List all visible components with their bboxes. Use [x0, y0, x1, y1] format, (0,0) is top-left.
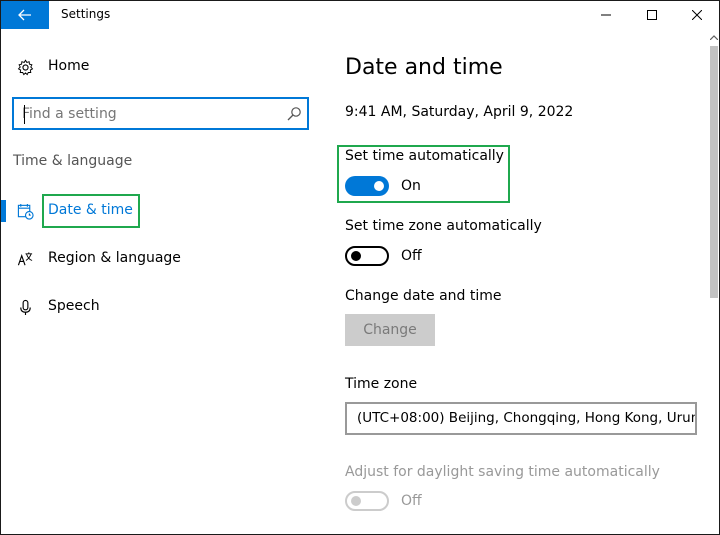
sidebar-item-speech[interactable]: Speech	[1, 287, 321, 327]
sidebar-item-home[interactable]: Home	[1, 49, 321, 85]
scroll-thumb[interactable]	[710, 46, 718, 298]
microphone-icon	[15, 297, 35, 317]
maximize-icon	[647, 10, 657, 20]
set-timezone-auto-state: Off	[401, 248, 422, 264]
language-icon	[15, 249, 35, 269]
gear-icon	[15, 57, 35, 77]
text-caret	[24, 105, 25, 124]
set-time-auto-label: Set time automatically	[345, 148, 504, 164]
back-arrow-icon	[18, 9, 31, 21]
minimize-icon	[601, 14, 611, 16]
toggle-knob	[351, 496, 361, 506]
toggle-knob	[351, 251, 361, 261]
daylight-saving-toggle[interactable]	[345, 491, 389, 511]
current-time: 9:41 AM, Saturday, April 9, 2022	[345, 104, 574, 120]
search-icon[interactable]	[286, 106, 302, 122]
set-timezone-auto-toggle[interactable]	[345, 246, 389, 266]
settings-window: Settings Home Time & language	[0, 0, 720, 535]
time-zone-value: (UTC+08:00) Beijing, Chongqing, Hong Kon…	[357, 410, 697, 426]
close-icon	[692, 10, 702, 20]
minimize-button[interactable]	[583, 1, 629, 29]
scrollbar[interactable]	[709, 29, 719, 534]
set-timezone-auto-label: Set time zone automatically	[345, 218, 542, 234]
set-time-auto-toggle[interactable]	[345, 176, 389, 196]
calendar-clock-icon	[15, 201, 35, 221]
sidebar-item-region-language[interactable]: Region & language	[1, 239, 321, 279]
scroll-up-icon[interactable]	[709, 33, 719, 41]
title-bar: Settings	[1, 1, 719, 29]
search-box[interactable]	[12, 97, 309, 130]
section-title: Time & language	[13, 153, 133, 169]
maximize-button[interactable]	[629, 1, 675, 29]
back-button[interactable]	[1, 1, 49, 29]
toggle-knob	[374, 181, 384, 191]
time-zone-label: Time zone	[345, 376, 418, 392]
daylight-saving-label: Adjust for daylight saving time automati…	[345, 464, 660, 480]
sidebar-item-home-label: Home	[48, 58, 90, 74]
app-title: Settings	[61, 7, 111, 21]
selected-item-highlight	[42, 194, 140, 228]
time-zone-select[interactable]: (UTC+08:00) Beijing, Chongqing, Hong Kon…	[345, 402, 697, 435]
change-button[interactable]: Change	[345, 314, 435, 346]
search-input[interactable]	[22, 104, 277, 124]
page-title: Date and time	[345, 55, 503, 80]
set-time-auto-state: On	[401, 178, 421, 194]
sidebar-item-speech-label: Speech	[48, 298, 100, 314]
close-button[interactable]	[674, 1, 719, 29]
sidebar-item-region-language-label: Region & language	[48, 250, 181, 266]
daylight-saving-state: Off	[401, 493, 422, 509]
change-datetime-label: Change date and time	[345, 288, 502, 304]
